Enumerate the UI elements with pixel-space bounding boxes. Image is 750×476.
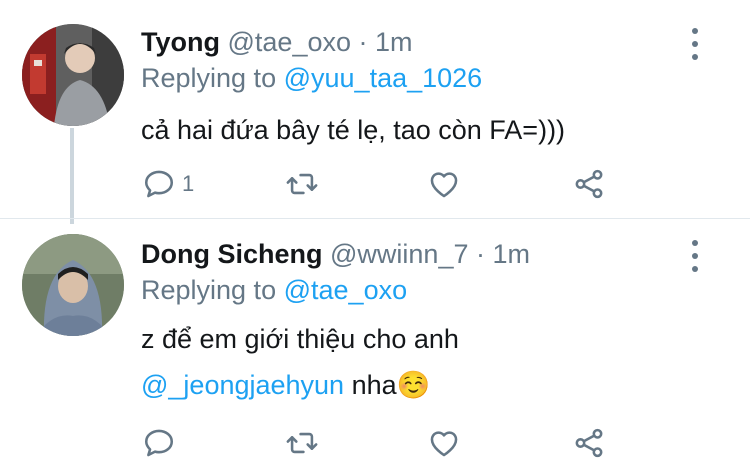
avatar-photo (22, 24, 124, 126)
handle[interactable]: @wwiinn_7 (330, 239, 468, 269)
meta-separator: · (351, 27, 375, 57)
like-button[interactable] (427, 423, 461, 463)
share-icon (575, 428, 603, 458)
tweet-reply-2[interactable]: Dong Sicheng @wwiinn_7 · 1m Replying to … (0, 218, 750, 476)
share-button[interactable] (572, 164, 606, 204)
handle[interactable]: @tae_oxo (228, 27, 352, 57)
reply-icon (144, 170, 174, 198)
tweet-header: Dong Sicheng @wwiinn_7 · 1m (141, 237, 530, 271)
avatar-photo (22, 234, 124, 336)
reply-button[interactable] (142, 423, 176, 463)
display-name[interactable]: Tyong (141, 27, 220, 57)
replying-to-mention[interactable]: @tae_oxo (284, 275, 408, 305)
replying-to-line: Replying to @yuu_taa_1026 (141, 61, 482, 95)
more-options-icon[interactable] (688, 240, 702, 272)
replying-to-label: Replying to (141, 275, 277, 305)
share-icon (575, 169, 603, 199)
tweet-actions: 1 (0, 164, 750, 204)
timestamp[interactable]: 1m (492, 239, 530, 269)
like-button[interactable] (427, 164, 461, 204)
tweet-header: Tyong @tae_oxo · 1m (141, 25, 413, 59)
text-mention[interactable]: @_jeongjaehyun (141, 370, 344, 400)
reply-icon (144, 429, 174, 457)
replying-to-line: Replying to @tae_oxo (141, 273, 407, 307)
reply-count: 1 (182, 171, 195, 196)
avatar[interactable] (22, 24, 124, 126)
avatar[interactable] (22, 234, 124, 336)
like-icon (430, 431, 458, 457)
tweet-text: cả hai đứa bây té lẹ, tao còn FA=))) (141, 107, 565, 153)
tweet-text-line: z để em giới thiệu cho anh (141, 324, 459, 354)
tweet-reply-1[interactable]: Tyong @tae_oxo · 1m Replying to @yuu_taa… (0, 0, 750, 218)
retweet-button[interactable] (285, 164, 319, 204)
retweet-button[interactable] (285, 423, 319, 463)
display-name[interactable]: Dong Sicheng (141, 239, 323, 269)
tweet-text-line: cả hai đứa bây té lẹ, tao còn FA=))) (141, 115, 566, 145)
tweet-text: z để em giới thiệu cho anh @_jeongjaehyu… (141, 316, 459, 408)
like-icon (430, 172, 458, 198)
share-button[interactable] (572, 423, 606, 463)
tweet-text-line: @_jeongjaehyun nha☺️ (141, 362, 459, 408)
more-options-icon[interactable] (688, 28, 702, 60)
replying-to-mention[interactable]: @yuu_taa_1026 (284, 63, 483, 93)
tweet-actions (0, 423, 750, 463)
reply-button[interactable]: 1 (142, 164, 194, 204)
retweet-icon (286, 173, 318, 195)
meta-separator: · (468, 239, 493, 269)
tweet-text-suffix: nha☺️ (344, 370, 431, 400)
replying-to-label: Replying to (141, 63, 277, 93)
retweet-icon (286, 432, 318, 454)
timestamp[interactable]: 1m (375, 27, 413, 57)
